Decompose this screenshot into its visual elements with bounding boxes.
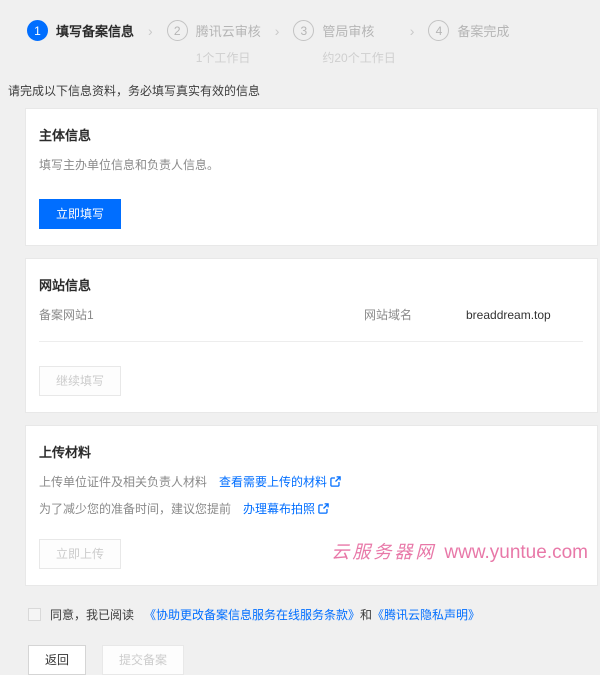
chevron-right-icon: › [274,23,280,39]
step-3-duration: 约20个工作日 [322,51,396,65]
watermark-url: www.yuntue.com [444,542,588,563]
website-name: 备案网站1 [39,308,94,322]
upload-card-title: 上传材料 [39,445,92,460]
agreement-conjunction: 和 [360,608,373,622]
website-info-card: 网站信息 备案网站1 网站域名 breaddream.top 继续填写 [25,258,598,413]
domain-label: 网站域名 [364,308,413,322]
submit-filing-button[interactable]: 提交备案 [102,645,185,675]
step-4-label: 备案完成 [457,24,510,39]
agreement-prefix: 同意，我已阅读 [50,608,135,622]
external-link-icon [318,503,329,514]
external-link-icon [330,476,341,487]
fill-now-button[interactable]: 立即填写 [39,199,122,229]
agreement-row: 同意，我已阅读 《协助更改备案信息服务在线服务条款》 和 《腾讯云隐私声明》 [0,598,600,623]
notice-text: 请完成以下信息资料，务必填写真实有效的信息 [8,84,261,98]
chevron-right-icon: › [409,23,415,39]
filing-stepper: 1 填写备案信息 › 2 腾讯云审核 1个工作日 › 3 管局审核 约20个工作… [0,0,600,66]
domain-value: breaddream.top [466,307,551,322]
website-row: 备案网站1 网站域名 breaddream.top [39,306,583,341]
upload-line-1: 上传单位证件及相关负责人材料 查看需要上传的材料 [39,473,583,490]
step-3-circle: 3 [293,20,315,41]
step-2-label: 腾讯云审核 [195,24,261,39]
subject-card-description: 填写主办单位信息和负责人信息。 [39,158,220,172]
agree-checkbox[interactable] [28,608,41,621]
step-4-circle: 4 [428,20,450,41]
subject-info-card: 主体信息 填写主办单位信息和负责人信息。 立即填写 [25,108,598,246]
step-2-duration: 1个工作日 [195,51,251,65]
chevron-right-icon: › [148,23,153,39]
upload-line-2-text: 为了减少您的准备时间，建议您提前 [39,502,232,516]
step-1-circle: 1 [27,20,48,41]
subject-card-title: 主体信息 [39,128,92,143]
step-3-label: 管局审核 [322,24,375,39]
curtain-photo-link[interactable]: 办理幕布拍照 [243,500,329,517]
footer-actions: 返回 提交备案 [0,623,600,675]
step-fill-info: 1 填写备案信息 [27,20,134,41]
step-authority-review: 3 管局审核 约20个工作日 [293,20,396,66]
divider [39,341,583,342]
continue-fill-button[interactable]: 继续填写 [39,366,122,396]
watermark-site-name: 云服务器网 [331,542,437,563]
view-materials-link[interactable]: 查看需要上传的材料 [219,473,341,490]
back-button[interactable]: 返回 [28,645,87,675]
upload-line-2: 为了减少您的准备时间，建议您提前 办理幕布拍照 [39,500,583,517]
watermark: 云服务器网 www.yuntue.com [331,538,588,564]
privacy-link[interactable]: 《腾讯云隐私声明》 [372,606,480,623]
step-1-label: 填写备案信息 [56,24,135,39]
step-complete: 4 备案完成 [428,20,509,41]
curtain-photo-link-label: 办理幕布拍照 [243,502,316,516]
website-card-title: 网站信息 [39,278,92,293]
step-2-circle: 2 [166,20,188,41]
upload-now-button[interactable]: 立即上传 [39,539,122,569]
step-tencent-review: 2 腾讯云审核 1个工作日 [166,20,261,66]
terms-link[interactable]: 《协助更改备案信息服务在线服务条款》 [144,606,360,623]
upload-line-1-text: 上传单位证件及相关负责人材料 [39,475,208,489]
view-materials-link-label: 查看需要上传的材料 [219,475,328,489]
